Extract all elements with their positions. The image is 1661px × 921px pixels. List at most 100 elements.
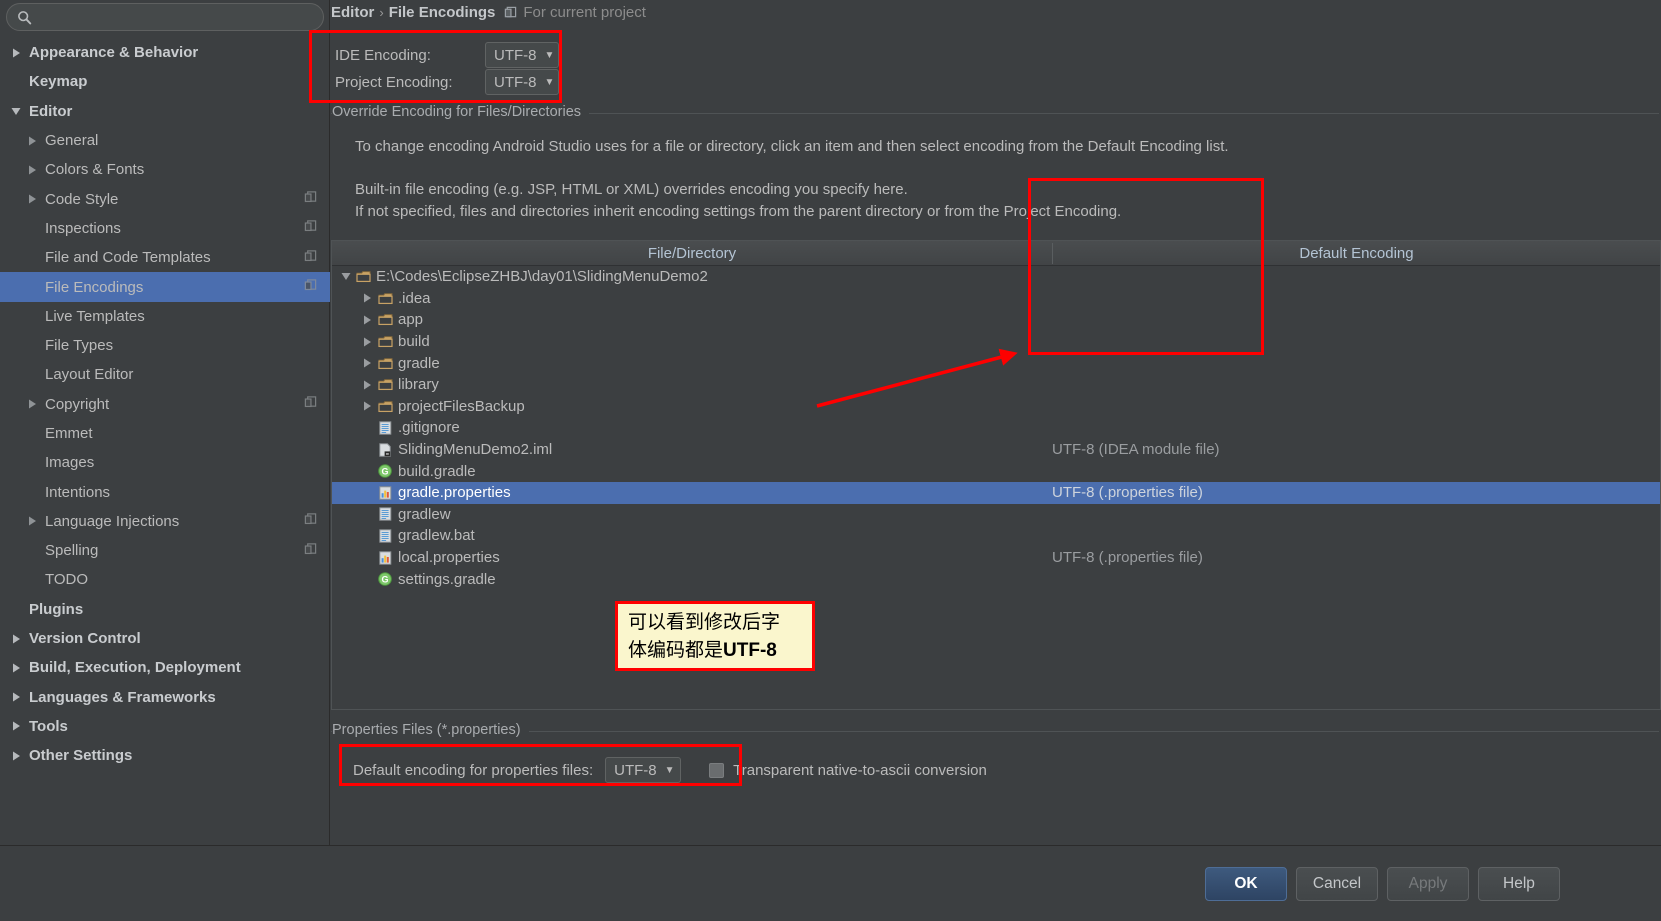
chevron-right-icon[interactable] [8,38,24,67]
file-cell: local.properties [360,547,500,569]
chevron-right-icon[interactable] [24,390,40,419]
sidebar-item-version-control[interactable]: Version Control [0,624,330,653]
ide-encoding-combo[interactable]: UTF-8 ▼ [485,42,559,68]
breadcrumb: Editor › File Encodings For current proj… [331,4,646,21]
sidebar-item-other-settings[interactable]: Other Settings [0,741,330,770]
apply-button[interactable]: Apply [1387,867,1469,901]
sidebar-item-spelling[interactable]: Spelling [0,536,330,565]
default-encoding-cell[interactable]: UTF-8 (.properties file) [1052,482,1203,504]
sidebar-item-plugins[interactable]: Plugins [0,595,330,624]
chevron-right-icon[interactable] [8,741,24,770]
chevron-right-icon[interactable] [360,358,375,368]
sidebar-item-emmet[interactable]: Emmet [0,419,330,448]
table-header-row: File/Directory Default Encoding [332,241,1660,266]
chevron-right-icon[interactable] [24,507,40,536]
chevron-down-icon: ▼ [544,76,555,88]
chevron-right-icon[interactable] [360,293,375,303]
file-cell: Gsettings.gradle [360,568,496,590]
table-row[interactable]: gradlew.bat [332,525,1660,547]
chevron-right-icon[interactable] [8,683,24,712]
chinese-annotation-note: 可以看到修改后字 体编码都是UTF-8 [615,601,815,671]
file-cell: build [360,331,430,353]
ide-encoding-label: IDE Encoding: [335,46,431,64]
search-input[interactable] [32,8,323,26]
chevron-down-icon[interactable] [338,272,353,281]
properties-default-encoding-combo[interactable]: UTF-8 ▼ [605,757,682,783]
sidebar-item-inspections[interactable]: Inspections [0,214,330,243]
sidebar-item-layout-editor[interactable]: Layout Editor [0,360,330,389]
breadcrumb-parent[interactable]: Editor [331,4,374,21]
sidebar-item-general[interactable]: General [0,126,330,155]
sidebar-item-languages-frameworks[interactable]: Languages & Frameworks [0,683,330,712]
table-row[interactable]: gradlew [332,504,1660,526]
sidebar-item-label: Images [45,454,95,472]
default-encoding-cell[interactable]: UTF-8 (IDEA module file) [1052,439,1220,461]
chevron-right-icon[interactable] [360,380,375,390]
sidebar-item-language-injections[interactable]: Language Injections [0,507,330,536]
sidebar-item-file-encodings[interactable]: File Encodings [0,272,330,302]
table-row[interactable]: app [332,309,1660,331]
project-scope-icon [304,191,317,208]
sidebar-item-file-types[interactable]: File Types [0,331,330,360]
chevron-right-icon[interactable] [360,401,375,411]
sidebar-item-images[interactable]: Images [0,448,330,477]
sidebar-item-keymap[interactable]: Keymap [0,67,330,96]
column-header-file-directory[interactable]: File/Directory [332,241,1052,266]
sidebar-item-intentions[interactable]: Intentions [0,477,330,506]
chevron-right-icon[interactable] [360,315,375,325]
sidebar-item-label: Spelling [45,542,99,560]
ide-encoding-value: UTF-8 [494,46,537,64]
sidebar-item-todo[interactable]: TODO [0,565,330,594]
table-row[interactable]: Gsettings.gradle [332,568,1660,590]
column-header-default-encoding[interactable]: Default Encoding [1053,241,1660,266]
sidebar-item-editor[interactable]: Editor [0,97,330,126]
sidebar-item-code-style[interactable]: Code Style [0,184,330,213]
svg-text:G: G [381,575,388,585]
chevron-right-icon[interactable] [360,337,375,347]
chevron-down-icon[interactable] [8,97,24,126]
dialog-button-bar: OK Cancel Apply Help [0,845,1661,921]
chevron-right-icon[interactable] [24,155,40,184]
file-name-label: gradle [398,354,440,372]
sidebar-item-build-execution-deployment[interactable]: Build, Execution, Deployment [0,653,330,682]
table-row[interactable]: SlidingMenuDemo2.iml UTF-8 (IDEA module f… [332,439,1660,461]
chevron-right-icon[interactable] [8,653,24,682]
project-encoding-combo[interactable]: UTF-8 ▼ [485,69,559,95]
file-name-label: build.gradle [398,462,476,480]
sidebar-item-tools[interactable]: Tools [0,712,330,741]
help-button[interactable]: Help [1478,867,1560,901]
table-row[interactable]: .gitignore [332,417,1660,439]
sidebar-item-colors-fonts[interactable]: Colors & Fonts [0,155,330,184]
transparent-native-to-ascii-checkbox[interactable] [709,762,725,778]
sidebar-item-file-and-code-templates[interactable]: File and Code Templates [0,243,330,272]
table-row[interactable]: E:\Codes\EclipseZHBJ\day01\SlidingMenuDe… [332,266,1660,288]
default-encoding-cell[interactable]: UTF-8 (.properties file) [1052,547,1203,569]
sidebar-item-live-templates[interactable]: Live Templates [0,302,330,331]
file-name-label: .gitignore [398,419,460,437]
cancel-button[interactable]: Cancel [1296,867,1378,901]
sidebar-item-appearance-behavior[interactable]: Appearance & Behavior [0,38,330,67]
file-cell: .idea [360,288,431,310]
table-row[interactable]: Gbuild.gradle [332,460,1660,482]
chevron-right-icon[interactable] [24,126,40,155]
search-box[interactable] [6,3,324,31]
ok-button[interactable]: OK [1205,867,1287,901]
search-icon [17,10,32,25]
sidebar-item-label: File Encodings [45,278,144,296]
chevron-right-icon[interactable] [8,624,24,653]
properties-group-title: Properties Files (*.properties) [332,722,529,738]
table-row[interactable]: local.properties UTF-8 (.properties file) [332,547,1660,569]
table-row[interactable]: .idea [332,288,1660,310]
table-row[interactable]: gradle.properties UTF-8 (.properties file… [332,481,1660,504]
chevron-right-icon[interactable] [8,712,24,741]
sidebar-item-copyright[interactable]: Copyright [0,390,330,419]
folder-icon [375,313,395,326]
text-file-icon [375,529,395,543]
chevron-right-icon[interactable] [24,185,40,214]
sidebar-item-label: Build, Execution, Deployment [29,659,241,677]
